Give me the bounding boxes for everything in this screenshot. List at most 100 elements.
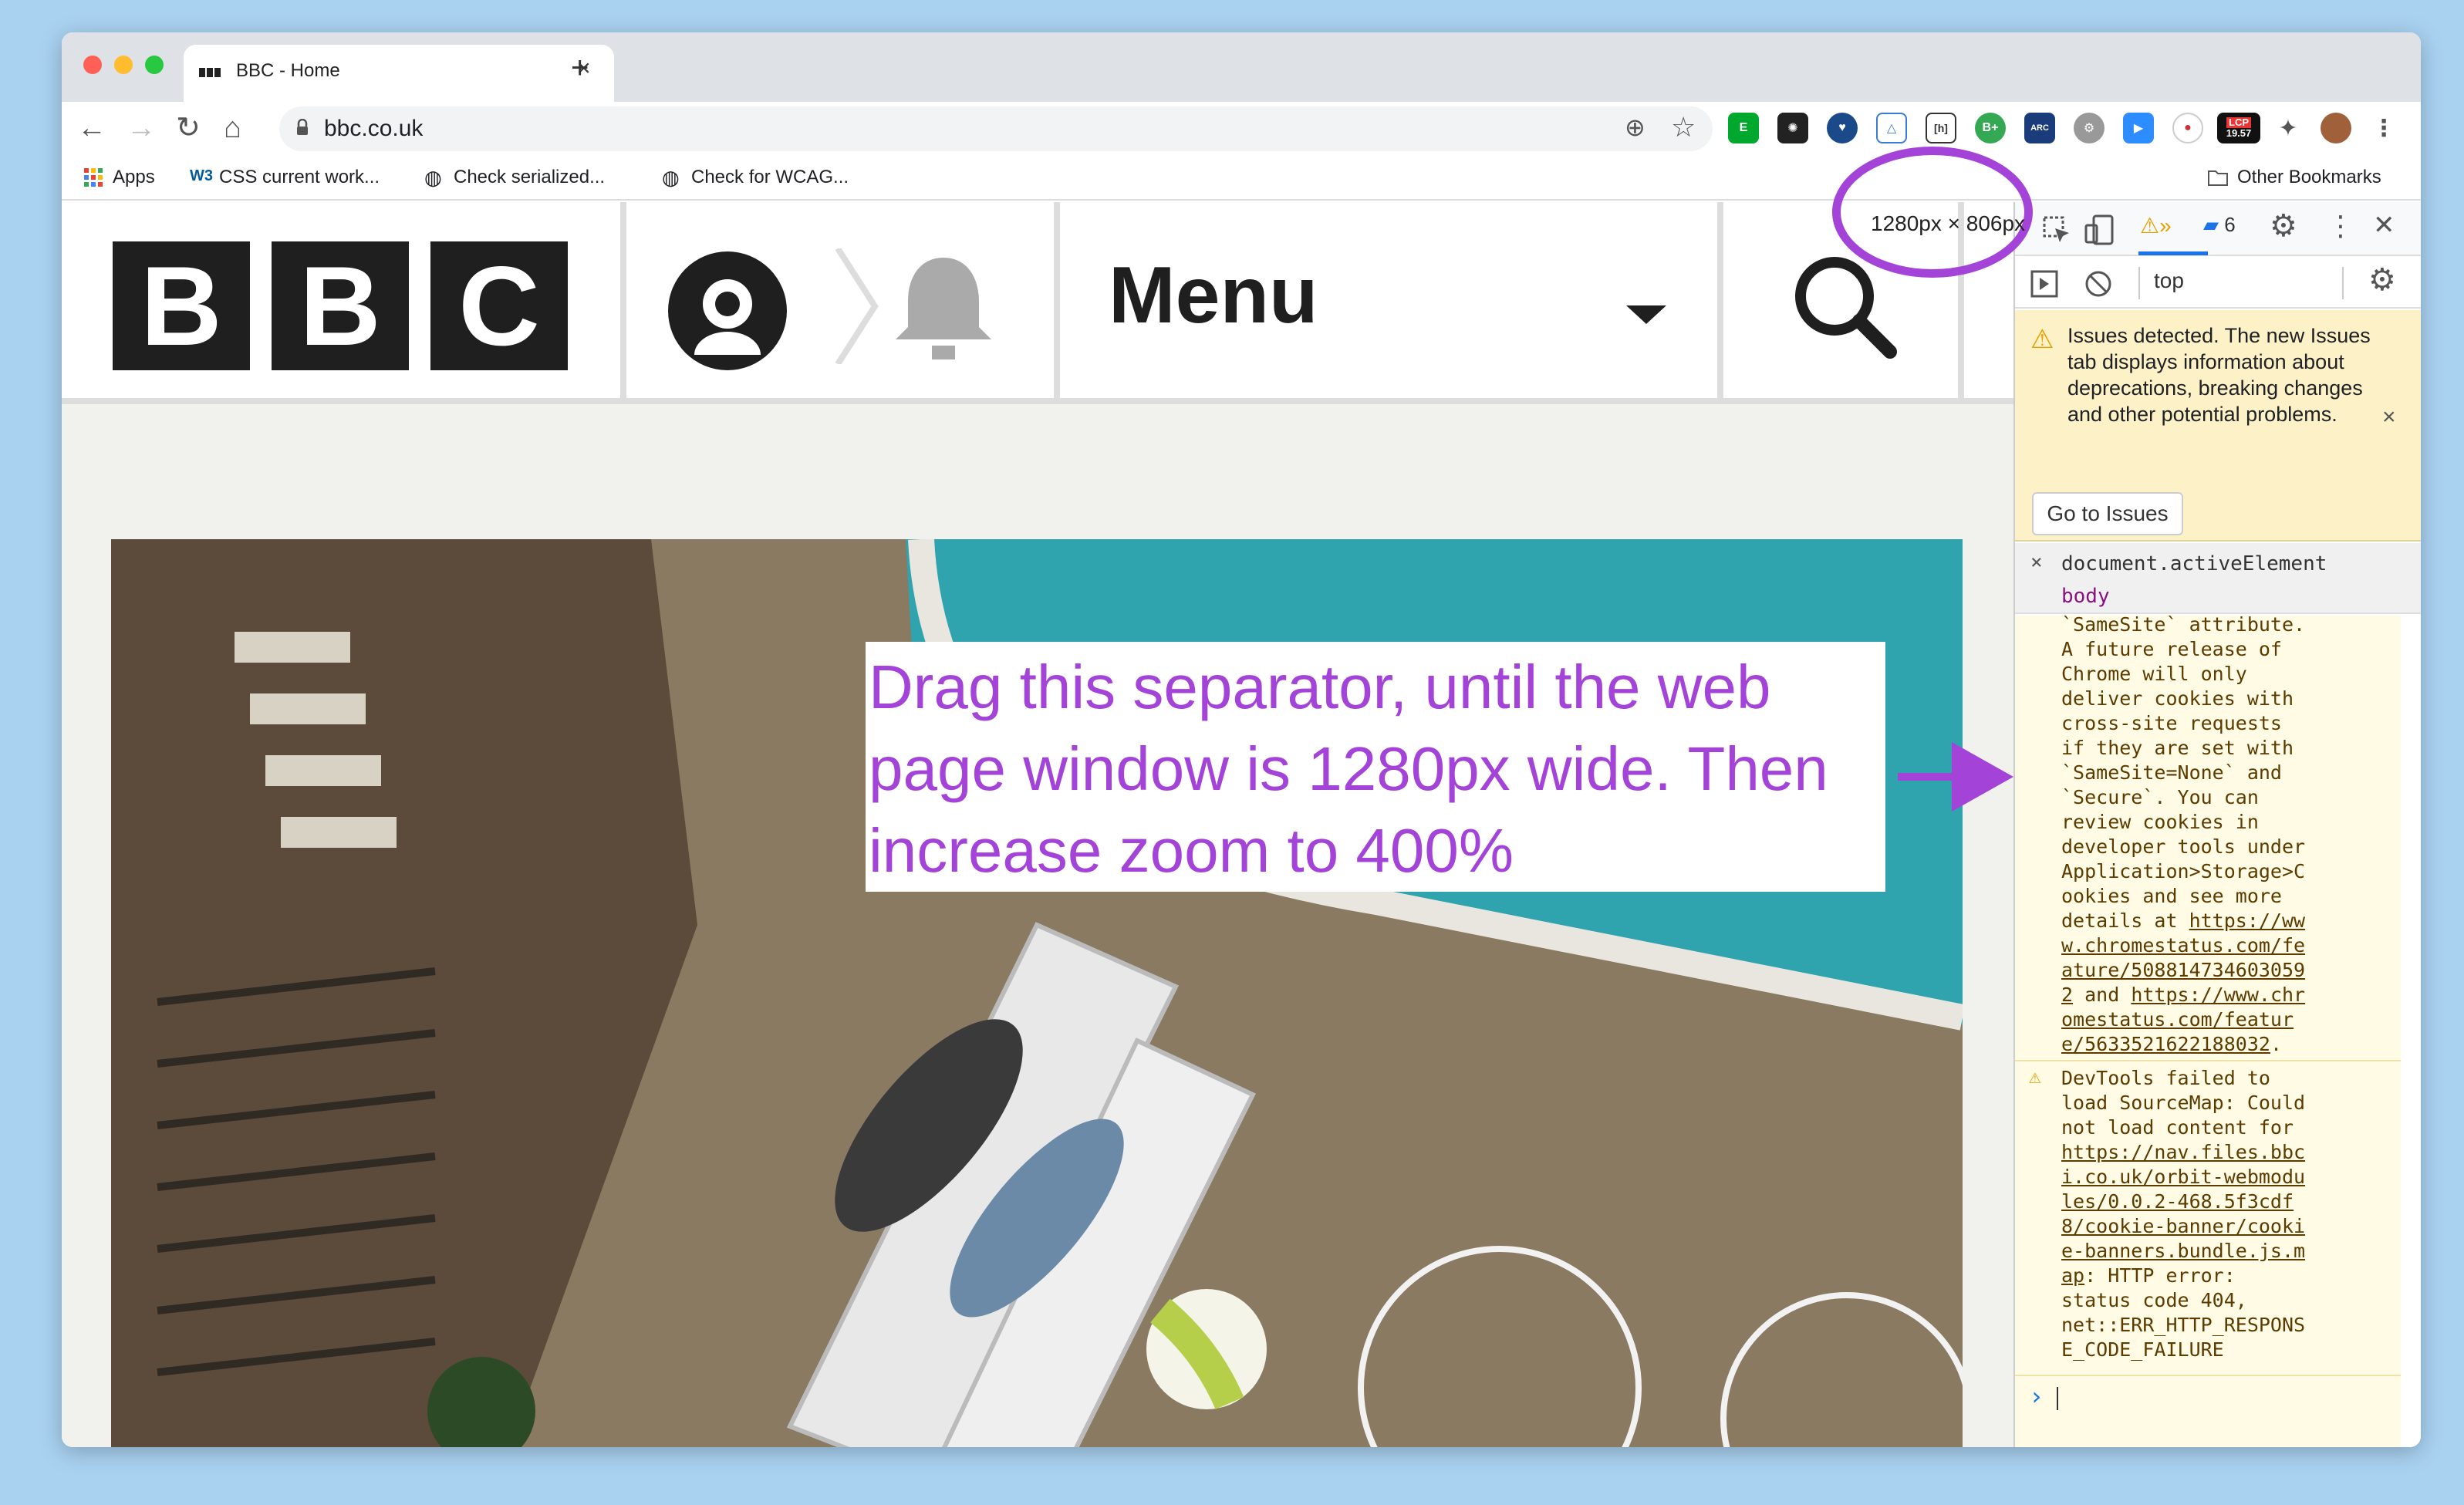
console-line: Chrome will only [2061,663,2247,685]
warning-icon: ⚠ [2029,1065,2041,1088]
console-link[interactable]: https://www.chr [2131,984,2305,1006]
close-banner-icon[interactable]: × [2382,404,2396,430]
globe-icon: ◍ [662,166,680,189]
console-link[interactable]: ature/508814734603059 [2061,959,2305,981]
console-link[interactable]: i.co.uk/orbit-webmodu [2061,1166,2305,1188]
zoom-icon[interactable]: ⊕ [1625,113,1645,142]
other-bookmarks-folder[interactable]: Other Bookmarks [2208,167,2381,188]
bookmark-label: Check for WCAG... [691,167,849,187]
bookmarks-bar: Apps W3 CSS current work... ◍ Check seri… [62,157,2421,201]
clear-console-icon[interactable] [2084,270,2112,298]
forward-button[interactable]: → [127,111,156,145]
bookmark-label: CSS current work... [219,167,380,187]
bbc-logo-letter[interactable]: C [430,241,568,370]
maximize-window-button[interactable] [145,56,164,74]
console-settings-gear-icon[interactable]: ⚙ [2368,262,2396,298]
web-vitals-lcp-label: LCP [2226,117,2251,128]
go-to-issues-button[interactable]: Go to Issues [2032,492,2183,535]
menu-button[interactable]: Menu [1109,250,1318,342]
back-button[interactable]: ← [77,111,106,145]
bbc-logo-letter[interactable]: B [272,241,409,370]
console-line: `SameSite=None` and [2061,761,2282,784]
zoom-extension-icon[interactable]: ▶ [2123,113,2154,143]
browser-window: BBC - Home × + ← → ↻ ⌂ bbc.co.uk ⊕ ☆ E ✺… [62,32,2421,1447]
bookmark-apps[interactable]: Apps [83,167,155,188]
active-tab-indicator [2138,251,2208,255]
console-link[interactable]: e-banners.bundle.js.m [2061,1240,2305,1262]
reload-button[interactable]: ↻ [176,111,201,145]
device-toolbar-icon[interactable] [2084,214,2115,245]
headings-extension-icon[interactable]: [h] [1926,113,1956,143]
record-extension-icon[interactable]: ● [2172,113,2203,143]
triangle-extension-icon[interactable]: △ [1876,113,1907,143]
annotation-instruction: Drag this separator, until the web page … [869,653,1828,885]
console-line: e/5633521622188032. [2061,1032,2393,1057]
web-vitals-extension-icon[interactable]: LCP 19.57 [2217,113,2260,143]
more-options-icon[interactable]: ⋮ [2327,210,2354,242]
console-link[interactable]: les/0.0.2-468.5f3cdf [2061,1190,2294,1213]
heart-extension-icon[interactable]: ♥ [1827,113,1858,143]
console-text: details at [2061,909,2189,932]
url-text[interactable]: bbc.co.uk [324,116,423,142]
issues-banner-text: Issues detected. The new Issues tab disp… [2067,324,2371,426]
console-message-sourcemap: DevTools failed to load SourceMap: Could… [2061,1066,2393,1362]
console-message-samesite: `SameSite` attribute. A future release o… [2061,612,2393,1057]
address-bar[interactable]: bbc.co.uk ⊕ ☆ [279,106,1713,151]
console-line: Application>Storage>C [2061,860,2306,882]
avatar[interactable] [2321,113,2351,143]
react-extension-icon[interactable]: ✺ [1777,113,1808,143]
bookmark-check-serialized[interactable]: ◍ Check serialized... [424,167,605,188]
console-link[interactable]: https://ww [2189,909,2306,932]
settings-extension-icon[interactable]: ⚙ [2074,113,2105,143]
inspect-element-icon[interactable] [2043,216,2071,244]
new-tab-button[interactable]: + [571,52,589,83]
minimize-window-button[interactable] [114,56,133,74]
console-line: 2 and https://www.chr [2061,983,2393,1007]
chevron-divider-icon [835,248,879,364]
execution-context-selector[interactable]: top [2154,268,2184,293]
puzzle-extensions-icon[interactable]: ✦ [2273,113,2304,143]
chevron-down-icon[interactable] [1626,302,1666,326]
console-link[interactable]: e/5633521622188032 [2061,1033,2270,1055]
console-link[interactable]: w.chromestatus.com/fe [2061,934,2305,957]
bbc-header: B B C Menu [62,202,2013,404]
sidebar-toggle-icon[interactable] [2030,270,2058,298]
messages-count[interactable]: ▰ 6 [2203,213,2236,237]
close-devtools-icon[interactable]: ✕ [2373,210,2395,241]
home-button[interactable]: ⌂ [224,111,241,145]
console-link[interactable]: https://nav.files.bbc [2061,1141,2305,1163]
close-window-button[interactable] [83,56,102,74]
bookmark-star-icon[interactable]: ☆ [1671,111,1696,143]
console-link[interactable]: omestatus.com/featur [2061,1008,2294,1031]
annotation-callout: Drag this separator, until the web page … [866,642,1885,892]
notification-bell-icon[interactable] [887,250,1000,363]
b-plus-extension-icon[interactable]: B+ [1975,113,2006,143]
console-line: developer tools under [2061,835,2306,858]
bookmark-css-current-work[interactable]: W3 CSS current work... [190,167,380,188]
kebab-menu-icon[interactable]: ⋮ [2368,113,2399,143]
bookmark-label: Check serialized... [454,167,606,187]
console-line: status code 404, [2061,1289,2247,1311]
console-link[interactable]: ap [2061,1264,2084,1287]
bookmark-check-for-wcag[interactable]: ◍ Check for WCAG... [662,167,849,188]
console-line: ap: HTTP error: [2061,1264,2393,1288]
globe-icon: ◍ [424,166,442,189]
console-input[interactable] [2057,1387,2058,1410]
tab-bbc-home[interactable]: BBC - Home × [184,45,614,102]
message-divider [2015,1375,2401,1376]
warning-icon[interactable]: ⚠» [2140,213,2172,238]
console-toolbar: top ⚙ [2015,258,2421,309]
console-link[interactable]: 2 [2061,984,2073,1006]
console-line: load SourceMap: Could [2061,1092,2306,1114]
expression-text[interactable]: document.activeElement [2061,552,2327,575]
arrow-right-icon [1898,742,2013,812]
folder-icon [2208,170,2228,186]
console-link[interactable]: 8/cookie-banner/cooki [2061,1215,2305,1237]
remove-expression-icon[interactable]: × [2030,551,2043,574]
arc-extension-icon[interactable]: ARC [2024,113,2055,143]
bbc-logo-letter[interactable]: B [113,241,250,370]
settings-gear-icon[interactable]: ⚙ [2270,208,2297,244]
evernote-extension-icon[interactable]: E [1728,113,1759,143]
account-icon[interactable] [667,250,788,372]
devtools-panel: ⚠» ▰ 6 ⚙ ⋮ ✕ top ⚙ ⚠ Issues detected. Th… [2013,202,2421,1447]
